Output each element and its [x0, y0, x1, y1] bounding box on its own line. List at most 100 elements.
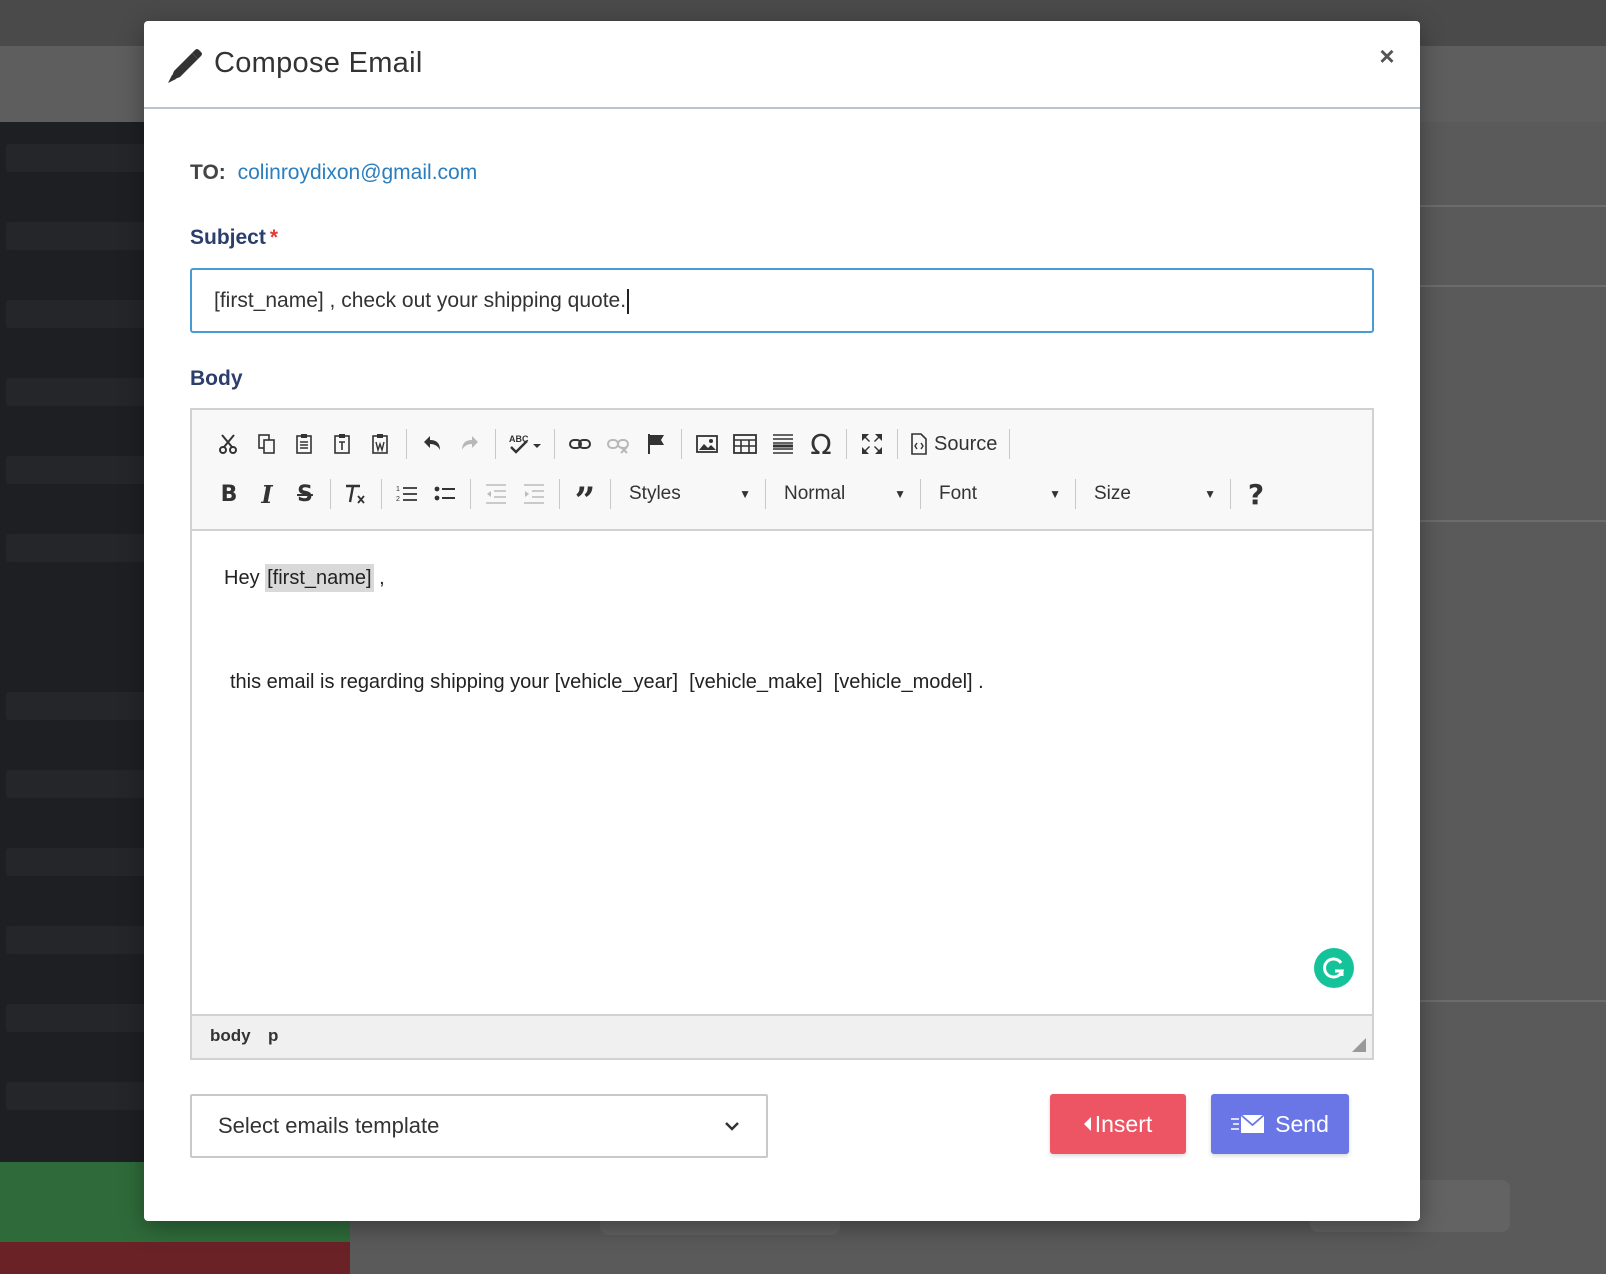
editor-statusbar: body p	[192, 1014, 1372, 1058]
outdent-icon[interactable]	[477, 475, 515, 513]
cut-icon[interactable]	[210, 425, 248, 463]
background-sidebar-item	[6, 222, 146, 250]
special-character-icon[interactable]: Ω	[802, 425, 840, 463]
copy-icon[interactable]	[248, 425, 286, 463]
text-caret	[627, 288, 630, 314]
toolbar-row-2: B I S 12 ” Styles ▼ Normal ▼ Font ▼ Size…	[210, 474, 1275, 523]
redo-icon[interactable]	[451, 425, 489, 463]
remove-format-icon[interactable]	[337, 475, 375, 513]
strikethrough-icon[interactable]: S	[286, 475, 324, 513]
required-mark: *	[269, 226, 279, 249]
editor-toolbar: ABC Ω Source B I S 1 2 ” Styles ▼ Normal…	[192, 410, 1372, 531]
to-row: TO: colinroydixon@gmail.com	[190, 161, 477, 185]
background-sidebar-item	[6, 456, 146, 484]
background-sidebar-item	[6, 1082, 146, 1110]
background-sidebar-item	[6, 1004, 146, 1032]
background-divider	[1410, 205, 1606, 207]
body-paragraph: this email is regarding shipping your [v…	[230, 671, 984, 693]
background-sidebar-item	[6, 378, 146, 406]
caret-down-icon: ▼	[894, 487, 906, 501]
font-label: Font	[939, 483, 978, 504]
size-label: Size	[1094, 483, 1131, 504]
spellcheck-icon[interactable]: ABC	[502, 425, 548, 463]
toolbar-separator	[406, 429, 407, 459]
toolbar-separator	[1075, 479, 1076, 509]
background-divider	[1410, 1000, 1606, 1002]
toolbar-separator	[765, 479, 766, 509]
background-sidebar-item	[6, 144, 146, 172]
help-icon[interactable]: ?	[1237, 475, 1275, 513]
toolbar-separator	[681, 429, 682, 459]
background-sidebar-item	[6, 692, 146, 720]
toolbar-separator	[897, 429, 898, 459]
send-button[interactable]: Send	[1211, 1094, 1349, 1154]
bulleted-list-icon[interactable]	[426, 475, 464, 513]
toolbar-separator	[495, 429, 496, 459]
modal-title: Compose Email	[214, 47, 423, 79]
horizontal-line-icon[interactable]	[764, 425, 802, 463]
svg-text:2: 2	[396, 496, 400, 503]
background-divider	[1410, 285, 1606, 287]
anchor-flag-icon[interactable]	[637, 425, 675, 463]
send-label: Send	[1275, 1110, 1329, 1137]
background-sidebar-item	[6, 770, 146, 798]
background-sidebar-item	[6, 926, 146, 954]
subject-input[interactable]: [first_name] , check out your shipping q…	[190, 268, 1374, 333]
styles-dropdown[interactable]: Styles ▼	[617, 475, 759, 513]
subject-value: [first_name] , check out your shipping q…	[214, 289, 627, 312]
email-template-select[interactable]: Select emails template	[190, 1094, 768, 1158]
background-sidebar-item	[6, 848, 146, 876]
background-divider	[1410, 520, 1606, 522]
grammarly-icon[interactable]	[1314, 948, 1354, 988]
chevron-down-icon	[725, 1122, 739, 1131]
greeting-line: Hey [first_name] ,	[224, 564, 385, 592]
font-dropdown[interactable]: Font ▼	[927, 475, 1069, 513]
toolbar-separator	[554, 429, 555, 459]
toolbar-separator	[470, 479, 471, 509]
italic-icon[interactable]: I	[248, 475, 286, 513]
caret-down-icon: ▼	[1049, 487, 1061, 501]
toolbar-separator	[381, 479, 382, 509]
maximize-icon[interactable]	[853, 425, 891, 463]
link-icon[interactable]	[561, 425, 599, 463]
image-icon[interactable]	[688, 425, 726, 463]
indent-icon[interactable]	[515, 475, 553, 513]
subject-label: Subject *	[190, 226, 278, 250]
paste-text-icon[interactable]	[324, 425, 362, 463]
toolbar-separator	[846, 429, 847, 459]
to-label: TO:	[190, 161, 226, 184]
close-button[interactable]: ×	[1374, 43, 1400, 69]
path-p[interactable]: p	[268, 1026, 278, 1046]
template-select-value: Select emails template	[218, 1113, 440, 1138]
path-body[interactable]: body	[210, 1026, 251, 1046]
format-dropdown[interactable]: Normal ▼	[772, 475, 914, 513]
size-dropdown[interactable]: Size ▼	[1082, 475, 1224, 513]
greeting-suffix: ,	[373, 567, 385, 589]
compose-email-modal: Compose Email × TO: colinroydixon@gmail.…	[144, 21, 1420, 1221]
toolbar-row-1: ABC Ω Source	[210, 424, 1016, 464]
toolbar-separator	[920, 479, 921, 509]
numbered-list-icon[interactable]: 12	[388, 475, 426, 513]
caret-down-icon: ▼	[1204, 487, 1216, 501]
toolbar-separator	[610, 479, 611, 509]
caret-left-icon	[1083, 1117, 1091, 1131]
undo-icon[interactable]	[413, 425, 451, 463]
blockquote-icon[interactable]: ”	[566, 475, 604, 522]
insert-button[interactable]: Insert	[1050, 1094, 1186, 1154]
body-label: Body	[190, 367, 243, 390]
unlink-icon[interactable]	[599, 425, 637, 463]
resize-handle[interactable]	[1352, 1038, 1366, 1052]
send-mail-icon	[1231, 1114, 1265, 1133]
toolbar-separator	[559, 479, 560, 509]
editor-content-area[interactable]: Hey [first_name] , this email is regardi…	[192, 531, 1372, 1002]
bold-icon[interactable]: B	[210, 475, 248, 513]
toolbar-separator	[1230, 479, 1231, 509]
greeting-prefix: Hey	[224, 567, 266, 589]
paste-word-icon[interactable]	[362, 425, 400, 463]
source-button[interactable]: Source	[904, 425, 1003, 463]
caret-down-icon: ▼	[739, 487, 751, 501]
document-icon	[911, 433, 927, 455]
paste-icon[interactable]	[286, 425, 324, 463]
source-label: Source	[934, 432, 998, 455]
table-icon[interactable]	[726, 425, 764, 463]
